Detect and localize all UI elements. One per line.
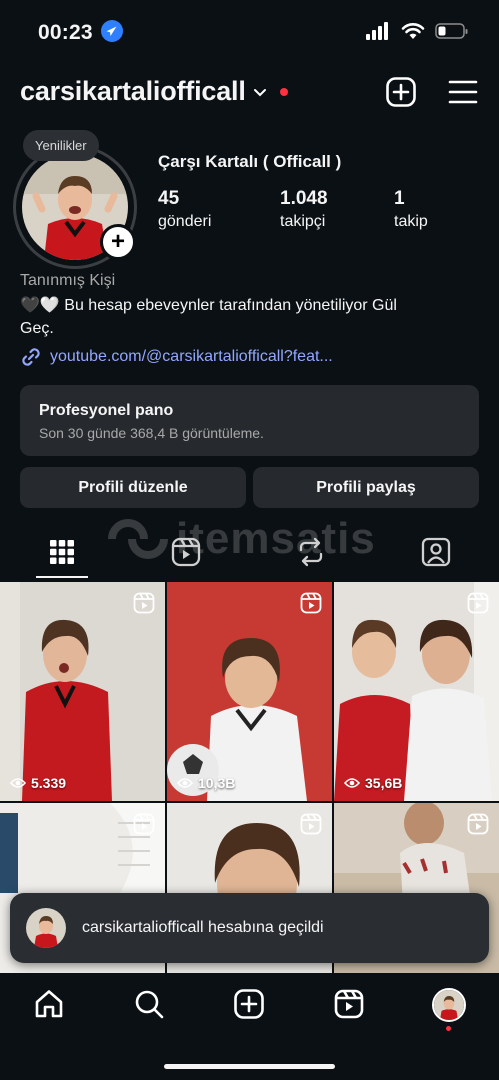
new-highlight-bubble[interactable]: Yenilikler xyxy=(23,130,99,161)
reposts-tab-icon[interactable] xyxy=(295,536,327,568)
chevron-down-icon xyxy=(253,88,266,96)
reels-tab-icon[interactable] xyxy=(170,536,202,568)
notification-dot xyxy=(279,87,288,96)
view-count: 5.339 xyxy=(10,775,66,791)
watermark: itemsatis xyxy=(106,514,376,564)
eye-icon xyxy=(10,778,26,788)
toast-avatar xyxy=(26,908,66,948)
profile-category: Tanınmış Kişi xyxy=(20,272,116,289)
profile-link-text: youtube.com/@carsikartaliofficall?feat..… xyxy=(50,348,333,365)
share-profile-button[interactable]: Profili paylaş xyxy=(253,467,479,508)
username: carsikartaliofficall xyxy=(20,76,246,106)
posts-count[interactable]: 45 xyxy=(158,188,179,210)
active-tab-indicator xyxy=(36,576,88,578)
account-switched-toast: carsikartaliofficall hesabına geçildi xyxy=(10,893,489,963)
link-icon xyxy=(22,348,40,366)
create-post-icon[interactable] xyxy=(385,76,417,108)
reel-badge-icon xyxy=(467,813,489,835)
toast-message: carsikartaliofficall hesabına geçildi xyxy=(82,919,324,936)
status-time: 00:23 xyxy=(38,20,123,45)
status-indicators xyxy=(365,22,469,40)
dashboard-title: Profesyonel pano xyxy=(39,402,174,419)
reel-badge-icon xyxy=(300,592,322,614)
watermark-logo-icon xyxy=(108,519,168,559)
edit-profile-button[interactable]: Profili düzenle xyxy=(20,467,246,508)
home-indicator xyxy=(164,1064,335,1069)
followers-label[interactable]: takipçi xyxy=(280,213,325,231)
view-count: 35,6B xyxy=(344,775,402,791)
post-thumbnail[interactable]: 35,6B xyxy=(334,582,499,801)
view-count: 10,3B xyxy=(177,775,235,791)
home-icon[interactable] xyxy=(33,988,65,1020)
followers-count[interactable]: 1.048 xyxy=(280,188,328,210)
reel-badge-icon xyxy=(467,592,489,614)
dashboard-subtitle: Son 30 günde 368,4 B görüntüleme. xyxy=(39,425,264,441)
following-count[interactable]: 1 xyxy=(394,188,405,210)
bio-line-2: Geç. xyxy=(20,320,54,337)
post-thumbnail[interactable]: 10,3B xyxy=(167,582,332,801)
display-name: Çarşı Kartalı ( Officall ) xyxy=(158,152,342,171)
eye-icon xyxy=(344,778,360,788)
cellular-signal-icon xyxy=(366,22,388,40)
tagged-tab-icon[interactable] xyxy=(420,536,452,568)
reel-badge-icon xyxy=(133,813,155,835)
battery-icon xyxy=(435,23,468,39)
menu-icon[interactable] xyxy=(447,76,479,108)
grid-tab-icon[interactable] xyxy=(46,536,78,568)
post-thumbnail[interactable]: 5.339 xyxy=(0,582,165,801)
eye-icon xyxy=(177,778,193,788)
bio-line-1: 🖤🤍 Bu hesap ebeveynler tarafından yöneti… xyxy=(20,297,397,314)
reel-badge-icon xyxy=(300,813,322,835)
create-icon[interactable] xyxy=(233,988,265,1020)
profile-notification-dot xyxy=(446,1026,451,1031)
professional-dashboard[interactable] xyxy=(20,385,479,456)
wifi-icon xyxy=(401,23,425,39)
posts-label[interactable]: gönderi xyxy=(158,213,211,231)
profile-nav-avatar[interactable] xyxy=(432,988,466,1022)
location-arrow-icon xyxy=(100,20,123,42)
reel-badge-icon xyxy=(133,592,155,614)
add-story-button[interactable]: + xyxy=(100,224,136,260)
profile-bio: 🖤🤍 Bu hesap ebeveynler tarafından yöneti… xyxy=(20,294,480,340)
following-label[interactable]: takip xyxy=(394,213,428,231)
profile-link[interactable]: youtube.com/@carsikartaliofficall?feat..… xyxy=(20,346,333,368)
username-switcher[interactable]: carsikartaliofficall xyxy=(20,76,288,107)
search-icon[interactable] xyxy=(133,988,165,1020)
reels-icon[interactable] xyxy=(333,988,365,1020)
